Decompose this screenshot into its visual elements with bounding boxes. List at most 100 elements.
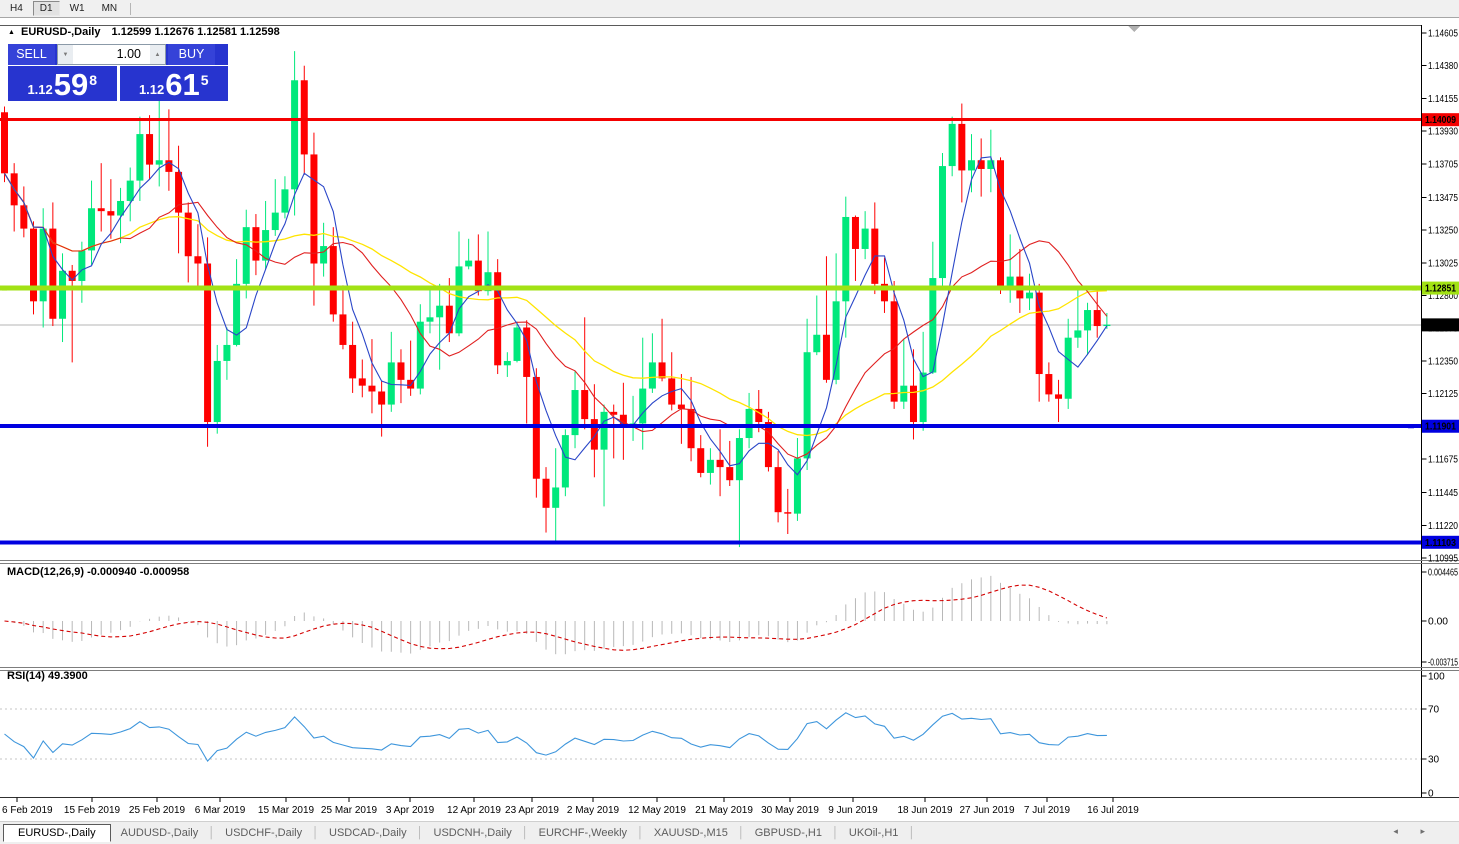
svg-text:1.10995: 1.10995 [1428,554,1458,565]
sell-price-prefix: 1.12 [27,82,52,97]
chart-tab-bar: EURUSD-,DailyAUDUSD-,Daily│USDCHF-,Daily… [0,821,1459,844]
macd-name: MACD(12,26,9) [7,566,84,578]
chart-canvas[interactable]: 1.146051.143801.141551.139301.137051.134… [0,18,1459,821]
svg-text:15 Feb 2019: 15 Feb 2019 [64,805,121,816]
svg-text:1.12851: 1.12851 [1425,284,1456,295]
svg-text:1.14009: 1.14009 [1425,115,1456,126]
tab-eurusd-daily[interactable]: EURUSD-,Daily [3,824,111,842]
volume-input[interactable] [73,45,150,62]
macd-label: MACD(12,26,9) -0.000940 -0.000958 [7,566,189,578]
buy-price-prefix: 1.12 [139,82,164,97]
chart-title-ohlc: 1.12599 1.12676 1.12581 1.12598 [112,26,280,38]
sell-price-sup: 8 [89,69,97,88]
buy-button[interactable]: BUY [168,44,215,65]
svg-text:1.11675: 1.11675 [1428,455,1458,466]
svg-text:30 May 2019: 30 May 2019 [761,805,819,816]
tab-ukoil-h1[interactable]: UKOil-,H1 [839,825,909,841]
tab-separator: │ [908,827,915,839]
tab-scroll-left-icon[interactable]: ◂ [1393,826,1408,836]
rsi-line [5,713,1107,761]
sell-price-big: 59 [54,70,88,100]
svg-text:1.13930: 1.13930 [1428,127,1458,138]
volume-decrease-icon[interactable]: ▼ [58,45,73,64]
svg-text:1.14155: 1.14155 [1428,94,1458,105]
timeframe-mn[interactable]: MN [95,1,125,16]
timeframe-d1[interactable]: D1 [33,1,60,16]
svg-text:30: 30 [1428,755,1440,766]
buy-price-panel[interactable]: 1.12 61 5 [120,65,229,101]
svg-text:25 Feb 2019: 25 Feb 2019 [129,805,186,816]
svg-text:6 Mar 2019: 6 Mar 2019 [195,805,246,816]
tab-eurchf-weekly[interactable]: EURCHF-,Weekly [529,825,637,841]
collapse-arrow-icon[interactable]: ▲ [8,29,15,36]
timeframe-h4[interactable]: H4 [3,1,30,16]
trade-top-row: SELL ▼ ▲ BUY [8,44,228,65]
svg-text:1.11103: 1.11103 [1425,538,1456,549]
toolbar-separator [130,3,131,15]
tab-usdcad-daily[interactable]: USDCAD-,Daily [319,825,417,841]
svg-text:1.12125: 1.12125 [1428,389,1458,400]
tab-separator: │ [738,827,745,839]
price-badge-1.11103: 1.11103 [1422,536,1459,549]
buy-price-sup: 5 [201,69,209,88]
current-price-badge: 1.12598 [1422,318,1459,331]
tab-separator: │ [832,827,839,839]
tab-separator: │ [312,827,319,839]
svg-text:27 Jun 2019: 27 Jun 2019 [959,805,1014,816]
trade-price-row: 1.12 59 8 1.12 61 5 [8,65,228,101]
svg-text:16 Jul 2019: 16 Jul 2019 [1087,805,1139,816]
svg-text:0: 0 [1428,789,1434,800]
svg-text:3 Apr 2019: 3 Apr 2019 [386,805,435,816]
svg-text:1.14605: 1.14605 [1428,29,1458,40]
svg-text:1.13705: 1.13705 [1428,159,1458,170]
sell-button[interactable]: SELL [8,44,55,65]
price-badge-1.12851: 1.12851 [1422,282,1459,295]
svg-text:0.00: 0.00 [1428,617,1448,628]
rsi-value: 49.3900 [48,670,88,682]
tab-separator: │ [208,827,215,839]
timeframe-toolbar: H4 D1 W1 MN [0,0,1459,18]
candlestick-series [1,51,1110,547]
tab-audusd-daily[interactable]: AUDUSD-,Daily [111,825,209,841]
tab-usdchf-daily[interactable]: USDCHF-,Daily [215,825,312,841]
svg-text:1.12350: 1.12350 [1428,356,1458,367]
chart-title-symbol: EURUSD-,Daily [21,26,100,38]
svg-text:21 May 2019: 21 May 2019 [695,805,753,816]
rsi-name: RSI(14) [7,670,45,682]
tab-gbpusd-h1[interactable]: GBPUSD-,H1 [745,825,832,841]
price-axis: 1.146051.143801.141551.139301.137051.134… [1422,29,1459,800]
chart-shift-icon [1128,26,1140,32]
timeframe-w1[interactable]: W1 [63,1,92,16]
tab-scroll-right-icon[interactable]: ▸ [1420,826,1435,836]
svg-text:1.11220: 1.11220 [1428,521,1458,532]
tab-separator: │ [637,827,644,839]
svg-text:15 Mar 2019: 15 Mar 2019 [258,805,315,816]
svg-text:-0.003715: -0.003715 [1428,657,1458,668]
macd-value-main: -0.000940 [87,566,137,578]
svg-text:1.11445: 1.11445 [1428,488,1458,499]
tab-xauusd-m15[interactable]: XAUUSD-,M15 [644,825,738,841]
sell-price-panel[interactable]: 1.12 59 8 [8,65,117,101]
rsi-label: RSI(14) 49.3900 [7,670,88,682]
one-click-trading-panel: SELL ▼ ▲ BUY 1.12 59 8 1.12 61 5 [8,44,228,101]
price-badge-1.11901: 1.11901 [1422,420,1459,433]
svg-text:12 Apr 2019: 12 Apr 2019 [447,805,501,816]
svg-text:2 May 2019: 2 May 2019 [567,805,620,816]
date-axis: 6 Feb 2019 15 Feb 2019 25 Feb 2019 6 Mar 20… [2,798,1139,817]
svg-text:1.11901: 1.11901 [1425,422,1456,433]
svg-text:1.13025: 1.13025 [1428,258,1458,269]
svg-text:9 Jun 2019: 9 Jun 2019 [828,805,878,816]
svg-text:25 Mar 2019: 25 Mar 2019 [321,805,378,816]
tab-usdcnh-daily[interactable]: USDCNH-,Daily [424,825,522,841]
tab-separator: │ [522,827,529,839]
buy-price-big: 61 [165,70,199,100]
volume-stepper: ▼ ▲ [57,44,166,65]
svg-text:100: 100 [1428,672,1445,683]
volume-increase-icon[interactable]: ▲ [150,45,165,64]
svg-text:7 Jul 2019: 7 Jul 2019 [1024,805,1071,816]
tab-separator: │ [417,827,424,839]
svg-text:6 Feb 2019: 6 Feb 2019 [2,805,53,816]
svg-text:0.004465: 0.004465 [1428,568,1458,579]
svg-text:1.14380: 1.14380 [1428,61,1458,72]
svg-text:1.13250: 1.13250 [1428,226,1458,237]
